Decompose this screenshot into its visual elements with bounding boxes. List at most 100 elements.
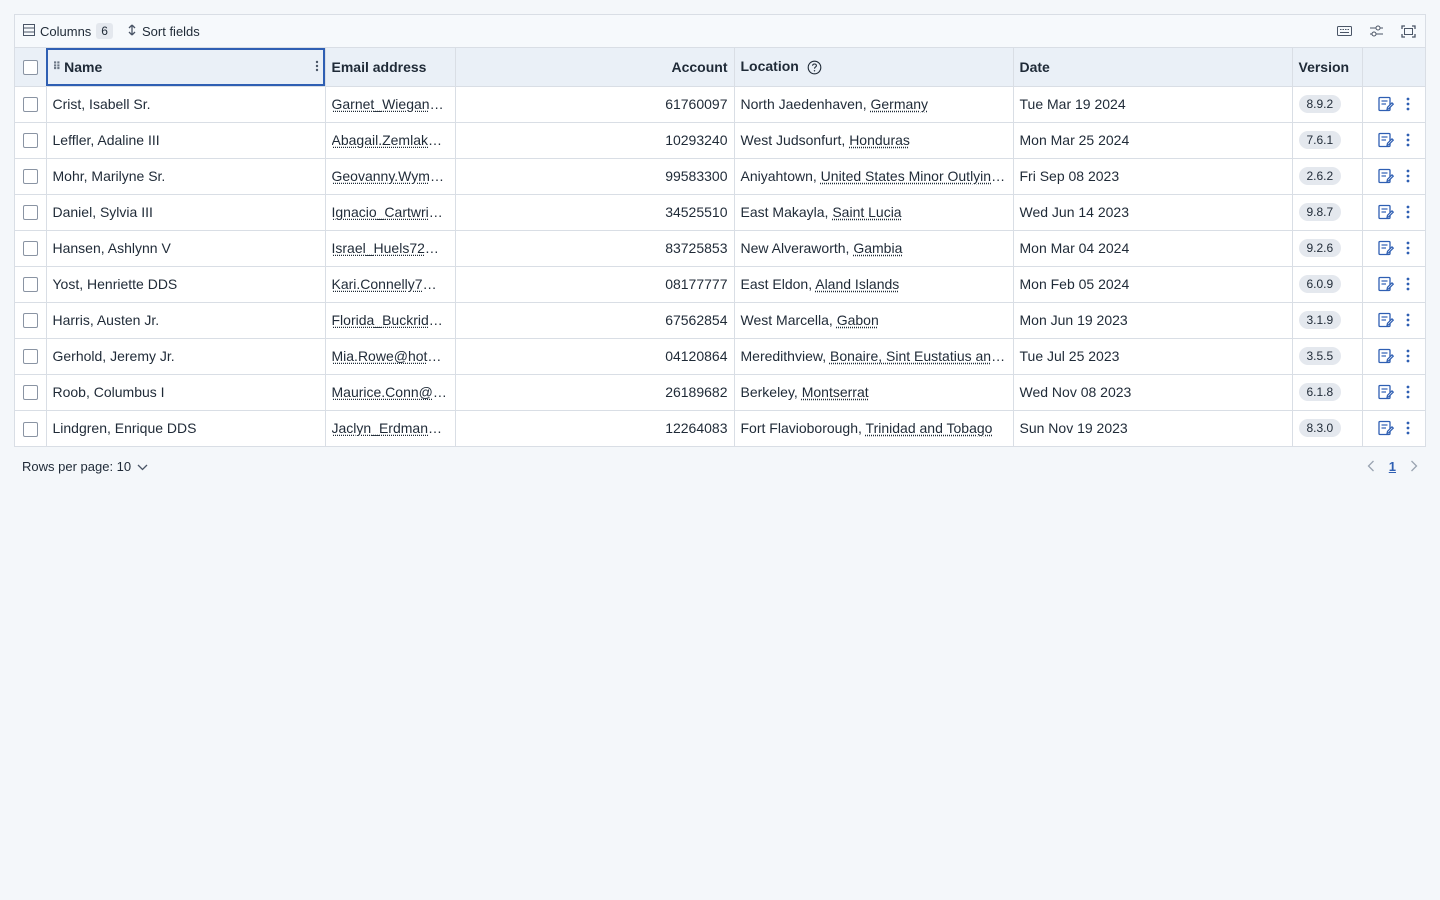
row-checkbox[interactable] [22, 133, 38, 149]
cell-name: Lindgren, Enrique DDS [46, 410, 326, 446]
column-header-account[interactable]: Account [455, 48, 735, 87]
cell-actions [1362, 158, 1425, 195]
cell-location: New Alveraworth, Gambia [734, 230, 1014, 267]
row-checkbox[interactable] [22, 421, 38, 437]
kebab-menu-icon[interactable] [1406, 133, 1410, 147]
cell-actions [1362, 122, 1425, 159]
email-link[interactable]: Abagail.Zemlak@gmail.com [332, 132, 449, 148]
cell-account: 67562854 [455, 302, 735, 339]
email-link[interactable]: Israel_Huels72@yahoo.com [332, 240, 449, 256]
row-checkbox[interactable] [22, 313, 38, 329]
location-country-link[interactable]: Honduras [849, 132, 910, 148]
table-row[interactable]: Yost, Henriette DDS Kari.Connelly7@gmail… [15, 266, 1425, 303]
table-row[interactable]: Mohr, Marilyne Sr. Geovanny.Wyman@yahoo.… [15, 158, 1425, 195]
edit-note-icon[interactable] [1378, 240, 1394, 256]
cell-name: Gerhold, Jeremy Jr. [46, 338, 326, 375]
kebab-menu-icon[interactable] [1406, 421, 1410, 435]
location-country-link[interactable]: Gabon [837, 312, 879, 328]
kebab-menu-icon[interactable] [1406, 313, 1410, 327]
column-menu-icon[interactable] [315, 59, 319, 75]
kebab-menu-icon[interactable] [1406, 97, 1410, 111]
email-link[interactable]: Garnet_Wiegand@hotmail.com [332, 96, 449, 112]
edit-note-icon[interactable] [1378, 384, 1394, 400]
table-row[interactable]: Hansen, Ashlynn V Israel_Huels72@yahoo.c… [15, 230, 1425, 267]
table-columns-icon [23, 23, 35, 39]
sliders-icon[interactable] [1367, 22, 1385, 40]
kebab-menu-icon[interactable] [1406, 277, 1410, 291]
edit-note-icon[interactable] [1378, 420, 1394, 436]
location-country-link[interactable]: Saint Lucia [832, 204, 901, 220]
edit-note-icon[interactable] [1378, 276, 1394, 292]
row-select-cell [15, 230, 47, 267]
edit-note-icon[interactable] [1378, 96, 1394, 112]
location-country-link[interactable]: Aland Islands [815, 276, 899, 292]
fullscreen-icon[interactable] [1399, 22, 1417, 40]
cell-date: Wed Nov 08 2023 [1013, 374, 1293, 411]
drag-handle-icon[interactable]: ⠿ [53, 60, 62, 73]
location-city: West Judsonfurt, [740, 132, 846, 148]
column-header-version[interactable]: Version [1292, 48, 1363, 87]
cell-actions [1362, 338, 1425, 375]
help-circle-icon[interactable] [807, 60, 822, 75]
edit-note-icon[interactable] [1378, 132, 1394, 148]
email-link[interactable]: Ignacio_Cartwright@gmail.com [332, 204, 449, 220]
sort-fields-button[interactable]: Sort fields [127, 24, 200, 39]
location-country-link[interactable]: Montserrat [802, 384, 869, 400]
location-country-link[interactable]: Trinidad and Tobago [866, 420, 993, 436]
location-country-link[interactable]: Gambia [853, 240, 902, 256]
row-checkbox[interactable] [22, 277, 38, 293]
email-link[interactable]: Jaclyn_Erdman@hotmail.com [332, 420, 449, 436]
column-header-location[interactable]: Location [734, 48, 1014, 87]
kebab-menu-icon[interactable] [1406, 169, 1410, 183]
email-link[interactable]: Florida_Buckridge@gmail.com [332, 312, 449, 328]
edit-note-icon[interactable] [1378, 312, 1394, 328]
row-select-cell [15, 266, 47, 303]
cell-date: Wed Jun 14 2023 [1013, 194, 1293, 231]
email-link[interactable]: Geovanny.Wyman@yahoo.com [332, 168, 449, 184]
edit-note-icon[interactable] [1378, 348, 1394, 364]
cell-version: 8.3.0 [1292, 410, 1363, 446]
chevron-left-icon[interactable] [1367, 460, 1375, 472]
column-header-date[interactable]: Date [1013, 48, 1293, 87]
edit-note-icon[interactable] [1378, 168, 1394, 184]
kebab-menu-icon[interactable] [1406, 349, 1410, 363]
cell-account: 26189682 [455, 374, 735, 411]
kebab-menu-icon[interactable] [1406, 205, 1410, 219]
cell-actions [1362, 86, 1425, 123]
table-body: Crist, Isabell Sr. Garnet_Wiegand@hotmai… [15, 86, 1425, 446]
page-number-current[interactable]: 1 [1389, 459, 1396, 474]
cell-email: Geovanny.Wyman@yahoo.com [325, 158, 456, 195]
location-country-link[interactable]: Bonaire, Sint Eustatius and Saba [830, 348, 1012, 364]
table-row[interactable]: Gerhold, Jeremy Jr. Mia.Rowe@hotmail.com… [15, 338, 1425, 375]
chevron-down-icon [137, 459, 148, 474]
row-checkbox[interactable] [22, 97, 38, 113]
row-checkbox[interactable] [22, 349, 38, 365]
column-header-email[interactable]: Email address [325, 48, 456, 87]
email-link[interactable]: Mia.Rowe@hotmail.com [332, 348, 449, 364]
kebab-menu-icon[interactable] [1406, 385, 1410, 399]
rows-per-page-select[interactable]: Rows per page: 10 [22, 459, 148, 474]
table-row[interactable]: Daniel, Sylvia III Ignacio_Cartwright@gm… [15, 194, 1425, 231]
location-country-link[interactable]: Germany [870, 96, 928, 112]
select-all-checkbox[interactable] [22, 60, 38, 76]
chevron-right-icon[interactable] [1410, 460, 1418, 472]
table-row[interactable]: Lindgren, Enrique DDS Jaclyn_Erdman@hotm… [15, 410, 1425, 446]
cell-actions [1362, 302, 1425, 339]
table-row[interactable]: Leffler, Adaline III Abagail.Zemlak@gmai… [15, 122, 1425, 159]
email-link[interactable]: Maurice.Conn@yahoo.com [332, 384, 449, 400]
table-row[interactable]: Crist, Isabell Sr. Garnet_Wiegand@hotmai… [15, 86, 1425, 123]
location-country-link[interactable]: United States Minor Outlying Islands [821, 168, 1012, 184]
kebab-menu-icon[interactable] [1406, 241, 1410, 255]
edit-note-icon[interactable] [1378, 204, 1394, 220]
columns-button[interactable]: Columns 6 [23, 23, 113, 39]
table-row[interactable]: Harris, Austen Jr. Florida_Buckridge@gma… [15, 302, 1425, 339]
email-link[interactable]: Kari.Connelly7@gmail.com [332, 276, 449, 292]
keyboard-density-icon[interactable] [1335, 22, 1353, 40]
version-badge: 2.6.2 [1298, 167, 1342, 185]
row-checkbox[interactable] [22, 169, 38, 185]
column-header-name[interactable]: ⠿ Name [46, 48, 326, 87]
row-checkbox[interactable] [22, 241, 38, 257]
table-row[interactable]: Roob, Columbus I Maurice.Conn@yahoo.com … [15, 374, 1425, 411]
row-checkbox[interactable] [22, 385, 38, 401]
row-checkbox[interactable] [22, 205, 38, 221]
